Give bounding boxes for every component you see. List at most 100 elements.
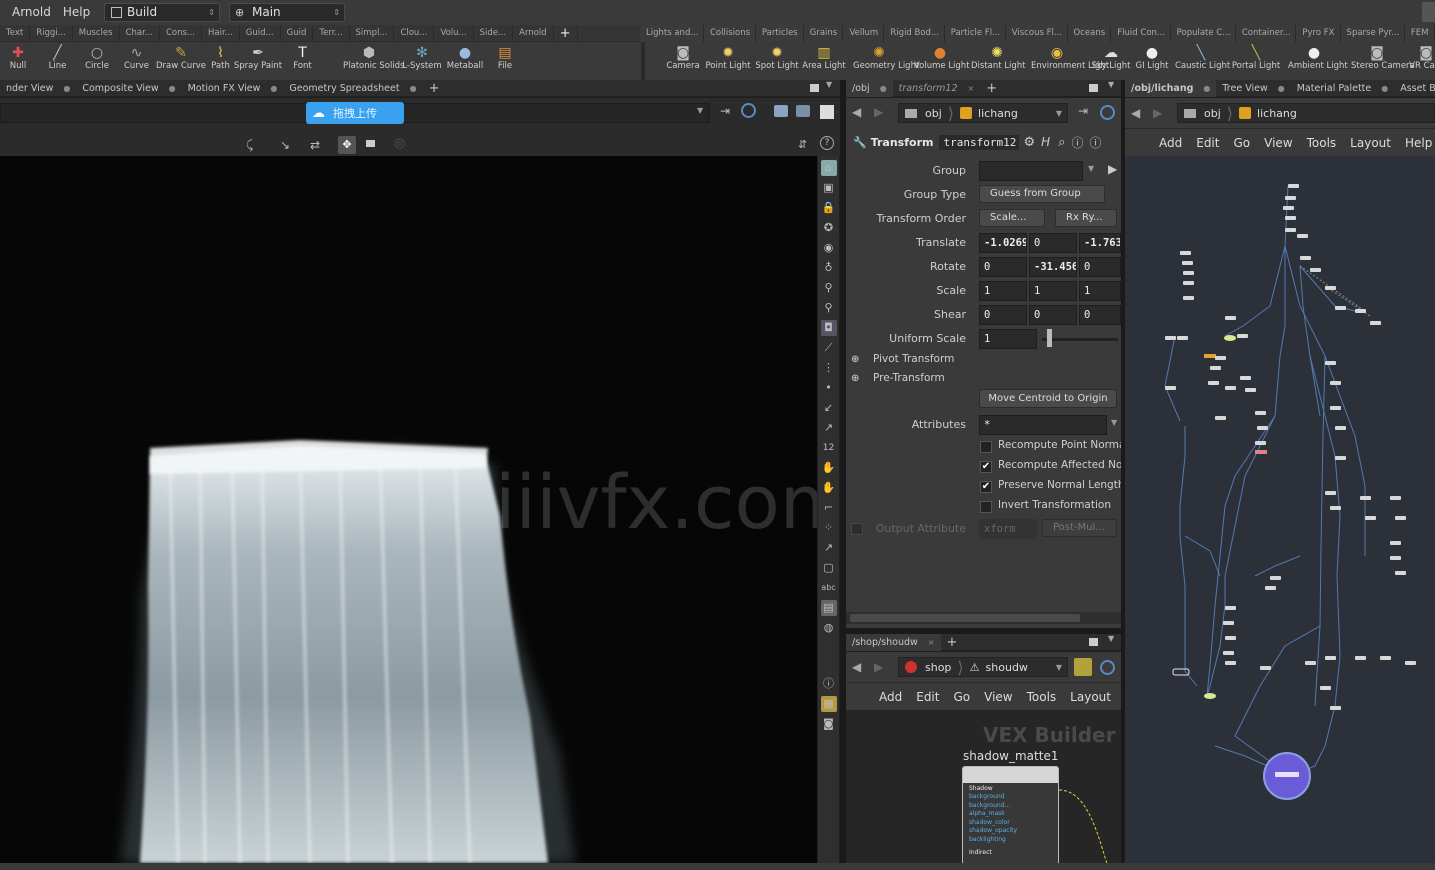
tab-composite-view[interactable]: Composite View ● <box>76 80 181 97</box>
tool-gi-light[interactable]: ● GI Light <box>1126 42 1178 80</box>
network-node[interactable] <box>1335 426 1346 430</box>
tab-obj-lichang[interactable]: /obj/lichang ● <box>1125 79 1217 97</box>
pane-menu-icon[interactable]: ▼ <box>826 80 832 89</box>
network-node[interactable] <box>1165 336 1176 340</box>
shelf-tab-11[interactable]: Volu... <box>434 24 474 42</box>
add-tab-icon[interactable]: + <box>941 634 964 651</box>
network-node[interactable] <box>1300 256 1311 260</box>
shop-menu-edit[interactable]: Edit <box>916 690 939 704</box>
dropdown-arrow-icon[interactable]: ▼ <box>1056 109 1062 118</box>
network-menu-go[interactable]: Go <box>1233 136 1250 150</box>
ghost-icon[interactable]: ◉ <box>821 240 837 256</box>
network-node[interactable] <box>1325 491 1336 495</box>
vex-input-port[interactable]: alpha_mask <box>969 810 1058 819</box>
maximize-icon[interactable] <box>1089 84 1098 92</box>
link-icon[interactable] <box>1100 105 1115 120</box>
network-node[interactable] <box>1223 621 1234 625</box>
light-icon[interactable]: ✪ <box>821 220 837 236</box>
path-node[interactable]: lichang <box>978 107 1018 120</box>
network-node[interactable] <box>1305 661 1316 665</box>
tool-caustic-light[interactable]: ╲ Caustic Light <box>1175 42 1230 80</box>
shear-z[interactable]: 0 <box>1079 305 1121 325</box>
tool-point-light[interactable]: ✹ Point Light <box>702 42 754 80</box>
shelf-tab-7[interactable]: Guid <box>281 24 314 42</box>
shelf-tab-2[interactable]: Muscles <box>73 24 120 42</box>
forward-icon[interactable]: ▶ <box>874 660 883 674</box>
transform-order-dropdown[interactable]: Scale... <box>979 209 1045 227</box>
forward-icon[interactable]: ▶ <box>874 105 883 119</box>
tool-volume-light[interactable]: ● Volume Light <box>914 42 970 80</box>
path-node[interactable]: shoudw <box>986 661 1028 674</box>
tab-shop-shoudw[interactable]: /shop/shoudw × <box>846 633 941 651</box>
help-icon[interactable]: ⓘ <box>1089 134 1101 151</box>
path-root[interactable]: shop <box>925 661 951 674</box>
shelf-tab-4[interactable]: Cons... <box>160 24 202 42</box>
shelf-tab-20[interactable]: Particle Fl... <box>945 24 1006 42</box>
grid-icon[interactable]: ▦ <box>820 696 837 712</box>
marker-icon[interactable]: ⚲ <box>821 300 837 316</box>
add-tab-icon[interactable]: + <box>980 80 1003 97</box>
add-tab-icon[interactable]: + <box>423 80 446 97</box>
pin-icon[interactable]: ⇥ <box>1078 104 1088 118</box>
scatter-icon[interactable]: ⁘ <box>821 520 837 536</box>
vex-input-port[interactable]: background... <box>969 802 1058 811</box>
network-node[interactable] <box>1390 541 1401 545</box>
snapshot-icon[interactable] <box>796 105 810 117</box>
network-canvas[interactable] <box>1125 156 1435 863</box>
param-path-bar[interactable]: obj ⟩ lichang ▼ <box>898 103 1068 123</box>
recompute-point-normal-check[interactable] <box>980 441 992 453</box>
network-node[interactable] <box>1335 306 1346 310</box>
network-node[interactable] <box>1225 606 1236 610</box>
network-node[interactable] <box>1255 441 1266 445</box>
corner-icon[interactable]: ⌐ <box>821 500 837 516</box>
network-node[interactable] <box>1320 686 1331 690</box>
shelf-tab-25[interactable]: Container... <box>1236 24 1297 42</box>
forward-icon[interactable]: ▶ <box>1153 106 1162 120</box>
help-h-icon[interactable]: H <box>1041 135 1050 149</box>
lock-icon[interactable]: 🔒 <box>821 200 837 216</box>
pane-menu-icon[interactable]: ▼ <box>1108 80 1114 89</box>
pane-separator[interactable] <box>846 628 1121 634</box>
network-node[interactable] <box>1225 386 1236 390</box>
rotate-x[interactable]: 0 <box>979 257 1027 277</box>
shelf-tab-13[interactable]: Arnold <box>513 24 554 42</box>
tool-vr-camera[interactable]: ◙VR Ca... <box>1400 42 1435 80</box>
network-node[interactable] <box>1405 661 1416 665</box>
network-node[interactable] <box>1240 376 1251 380</box>
tool-area-light[interactable]: ▥ Area Light <box>798 42 850 80</box>
picture-icon[interactable]: ▤ <box>820 600 837 616</box>
path-root[interactable]: obj <box>1204 107 1221 120</box>
shelf-tab-14[interactable]: Lights and... <box>640 24 704 42</box>
network-node[interactable] <box>1395 516 1406 520</box>
rotate-order-dropdown[interactable]: Rx Ry... <box>1055 209 1117 227</box>
dropdown-arrow-icon[interactable]: ▼ <box>697 106 703 115</box>
shelf-tab-15[interactable]: Collisions <box>704 24 756 42</box>
tool-distant-light[interactable]: ✺ Distant Light <box>971 42 1026 80</box>
window-control[interactable] <box>1422 2 1435 22</box>
pin-icon[interactable]: ⇥ <box>720 104 730 118</box>
link-icon[interactable] <box>1100 660 1115 675</box>
network-node[interactable] <box>1183 296 1194 300</box>
network-node[interactable] <box>1330 506 1341 510</box>
back-icon[interactable]: ◀ <box>852 105 861 119</box>
rotate-z[interactable]: 0 <box>1079 257 1121 277</box>
network-node[interactable] <box>1255 411 1266 415</box>
shelf-tab-0[interactable]: Text <box>0 24 31 42</box>
info-icon[interactable]: ⓘ <box>821 676 837 692</box>
pane-separator[interactable] <box>1121 80 1125 863</box>
group-type-dropdown[interactable]: Guess from Group <box>979 185 1105 203</box>
preserve-normal-length-check[interactable]: ✔ <box>980 481 992 493</box>
desktop-selector[interactable]: Build ⇕ <box>104 3 220 22</box>
tab-obj[interactable]: /obj ● <box>846 79 893 97</box>
recompute-affected-normal-check[interactable]: ✔ <box>980 461 992 473</box>
shelf-tab-21[interactable]: Viscous Fl... <box>1006 24 1068 42</box>
network-node[interactable] <box>1285 216 1296 220</box>
shelf-tab-16[interactable]: Particles <box>756 24 804 42</box>
numbers-icon[interactable]: 12 <box>821 440 837 456</box>
tab-geometry-spreadsheet[interactable]: Geometry Spreadsheet ● <box>283 80 422 97</box>
network-node[interactable] <box>1180 251 1191 255</box>
network-menu-edit[interactable]: Edit <box>1196 136 1219 150</box>
viewport[interactable]: iiivfx.com <box>0 156 817 863</box>
help-icon[interactable]: ? <box>820 136 834 150</box>
network-node[interactable] <box>1310 268 1321 272</box>
